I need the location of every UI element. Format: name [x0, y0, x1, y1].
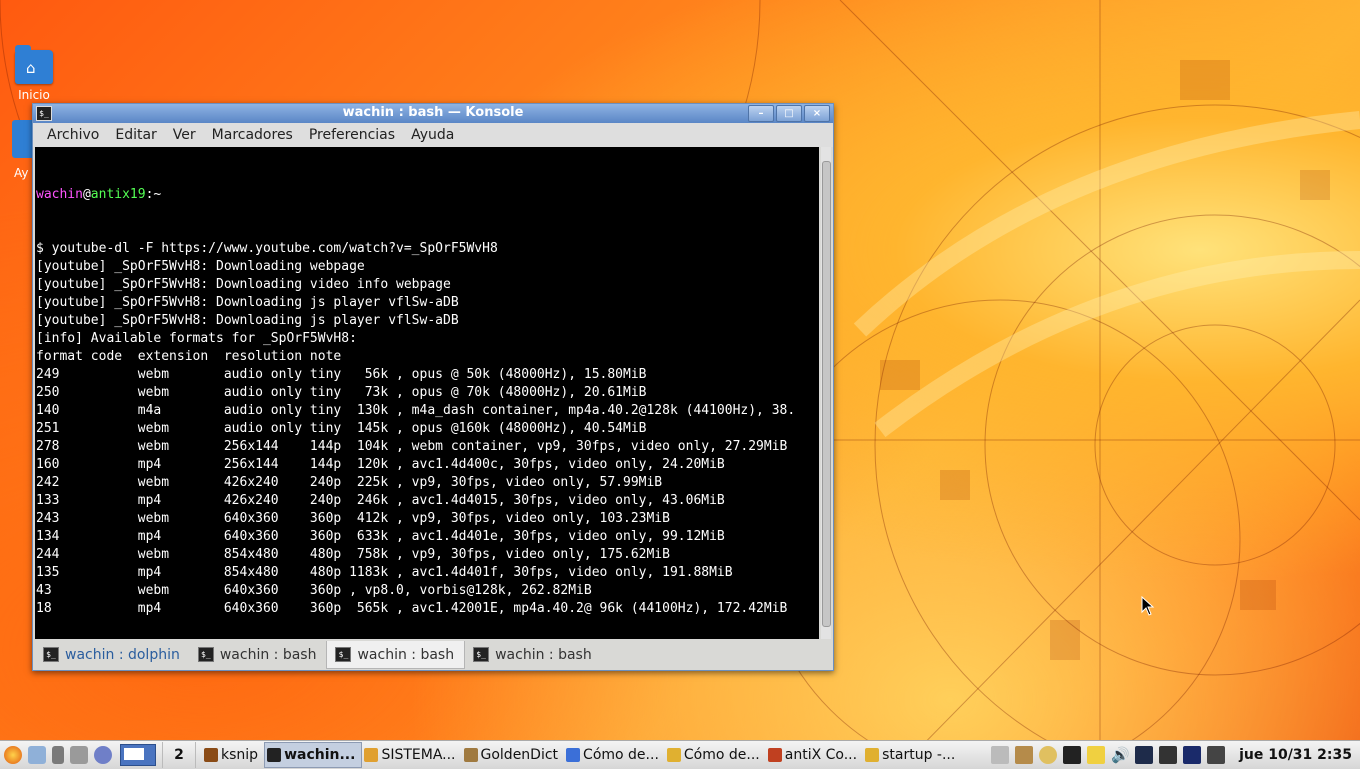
session-tabbar: $_ wachin : dolphin $_ wachin : bash $_ …	[35, 641, 831, 669]
terminal-line: [youtube] _SpOrF5WvH8: Downloading js pl…	[36, 313, 459, 328]
terminal-line: [youtube] _SpOrF5WvH8: Downloading webpa…	[36, 259, 365, 274]
task-label: antiX Co...	[784, 747, 858, 763]
file-manager-icon[interactable]	[52, 746, 64, 764]
terminal-line: 244 webm 854x480 480p 758k , vp9, 30fps,…	[36, 547, 670, 562]
desktop-icon-label: Inicio	[18, 88, 50, 102]
terminal-line: 278 webm 256x144 144p 104k , webm contai…	[36, 439, 788, 454]
taskbar-task[interactable]: wachin...	[264, 742, 363, 768]
task-label: startup -...	[882, 747, 956, 763]
terminal-line: 135 mp4 854x480 480p 1183k , avc1.4d401f…	[36, 565, 733, 580]
taskbar-task[interactable]: ksnip	[202, 743, 264, 767]
tab-bash-1[interactable]: $_ wachin : bash	[190, 641, 327, 668]
terminal-icon: $_	[335, 647, 352, 662]
task-label: Cómo de...	[683, 747, 760, 763]
terminal-line: 243 webm 640x360 360p 412k , vp9, 30fps,…	[36, 511, 670, 526]
system-tray: 🔊 jue 10/31 2:35	[991, 746, 1360, 764]
tab-bash-3[interactable]: $_ wachin : bash	[465, 641, 602, 668]
task-list: ksnip wachin... SISTEMA... GoldenDict Cómo d…	[202, 742, 961, 768]
terminal-line: 251 webm audio only tiny 145k , opus @16…	[36, 421, 647, 436]
task-label: Cómo de...	[583, 747, 659, 763]
terminal-icon: $_	[43, 647, 59, 662]
browser-icon[interactable]	[94, 746, 112, 764]
task-label: GoldenDict	[480, 747, 559, 763]
taskbar-task[interactable]: Cómo de...	[665, 743, 766, 767]
menu-ver[interactable]: Ver	[165, 127, 204, 143]
menu-ayuda[interactable]: Ayuda	[403, 127, 462, 143]
prompt-line: wachin@antix19:~	[36, 187, 162, 202]
tab-bash-2[interactable]: $_ wachin : bash	[326, 641, 466, 669]
minimize-button[interactable]: –	[748, 105, 774, 122]
terminal-line: 140 m4a audio only tiny 130k , m4a_dash …	[36, 403, 796, 418]
terminal-line: [youtube] _SpOrF5WvH8: Downloading video…	[36, 277, 451, 292]
taskbar-task[interactable]: SISTEMA...	[362, 743, 461, 767]
task-app-icon	[865, 748, 880, 762]
window-titlebar[interactable]: $_ wachin : bash — Konsole – □ ×	[33, 104, 833, 123]
desktop-icon-label: Ay	[14, 166, 29, 180]
menubar: Archivo Editar Ver Marcadores Preferenci…	[33, 123, 833, 147]
konsole-window: $_ wachin : bash — Konsole – □ × Archivo…	[32, 103, 834, 671]
maximize-button[interactable]: □	[776, 105, 802, 122]
scrollbar[interactable]	[821, 147, 831, 639]
terminal-line: 18 mp4 640x360 360p 565k , avc1.42001E, …	[36, 601, 788, 616]
display-icon[interactable]	[1183, 746, 1202, 764]
lightbulb-icon[interactable]	[1039, 746, 1058, 764]
desktop-pager[interactable]	[120, 744, 156, 766]
monitor-icon[interactable]	[1159, 746, 1178, 764]
home-folder-icon: ⌂	[15, 45, 53, 84]
network-icon[interactable]	[991, 746, 1010, 764]
window-title: wachin : bash — Konsole	[342, 105, 524, 120]
task-label: SISTEMA...	[381, 747, 456, 763]
terminal-line: 134 mp4 640x360 360p 633k , avc1.4d401e,…	[36, 529, 725, 544]
taskbar-task[interactable]: antiX Co...	[766, 743, 863, 767]
task-app-icon	[267, 748, 282, 762]
task-app-icon	[204, 748, 218, 762]
terminal-line: $ youtube-dl -F https://www.youtube.com/…	[36, 241, 498, 256]
dictionary-icon[interactable]	[1015, 746, 1034, 764]
taskbar-task[interactable]: startup -...	[863, 743, 961, 767]
clock[interactable]: jue 10/31 2:35	[1239, 747, 1352, 763]
task-app-icon	[666, 748, 681, 762]
mouse-pointer-icon	[1141, 596, 1155, 616]
terminal-line: [youtube] _SpOrF5WvH8: Downloading js pl…	[36, 295, 459, 310]
menu-editar[interactable]: Editar	[107, 127, 164, 143]
terminal-line: 43 webm 640x360 360p , vp8.0, vorbis@128…	[36, 583, 592, 598]
terminal-line: 249 webm audio only tiny 56k , opus @ 50…	[36, 367, 647, 382]
terminal-area[interactable]: wachin@antix19:~ $ youtube-dl -F https:/…	[35, 147, 819, 639]
terminal-line: [info] Available formats for _SpOrF5WvH8…	[36, 331, 357, 346]
notes-icon[interactable]	[1087, 746, 1106, 764]
terminal-icon: $_	[197, 647, 214, 662]
menu-preferencias[interactable]: Preferencias	[301, 127, 403, 143]
task-label: wachin...	[284, 747, 356, 763]
terminal-launcher-icon[interactable]	[70, 746, 88, 764]
task-app-icon	[566, 748, 581, 762]
menu-archivo[interactable]: Archivo	[39, 127, 107, 143]
task-app-icon	[767, 748, 782, 762]
app-icon[interactable]	[1063, 746, 1082, 764]
task-app-icon	[364, 748, 379, 762]
tab-dolphin[interactable]: $_ wachin : dolphin	[35, 641, 190, 668]
terminal-icon: $_	[473, 647, 490, 662]
email-icon[interactable]	[28, 746, 46, 764]
menu-marcadores[interactable]: Marcadores	[204, 127, 301, 143]
terminal-output: $ youtube-dl -F https://www.youtube.com/…	[36, 240, 819, 618]
taskbar-task[interactable]: GoldenDict	[462, 743, 565, 767]
task-label: ksnip	[221, 747, 259, 763]
terminal-line: 250 webm audio only tiny 73k , opus @ 70…	[36, 385, 647, 400]
desktop-number[interactable]: 2	[162, 742, 196, 768]
taskbar: 2 ksnip wachin... SISTEMA... GoldenDict Cómo…	[0, 740, 1360, 769]
task-app-icon	[463, 748, 478, 762]
terminal-line: 242 webm 426x240 240p 225k , vp9, 30fps,…	[36, 475, 663, 490]
close-button[interactable]: ×	[804, 105, 830, 122]
terminal-line: format code extension resolution note	[36, 349, 342, 364]
volume-icon[interactable]: 🔊	[1111, 746, 1130, 764]
monitor-icon[interactable]	[1207, 746, 1226, 764]
taskbar-task[interactable]: Cómo de...	[564, 743, 665, 767]
workspace-icon[interactable]	[1135, 746, 1154, 764]
desktop-icon-home[interactable]: ⌂ Inicio	[14, 45, 54, 102]
terminal-line: 133 mp4 426x240 240p 246k , avc1.4d4015,…	[36, 493, 725, 508]
firefox-icon[interactable]	[4, 746, 22, 764]
scrollbar-thumb[interactable]	[822, 161, 831, 627]
terminal-line: 160 mp4 256x144 144p 120k , avc1.4d400c,…	[36, 457, 725, 472]
